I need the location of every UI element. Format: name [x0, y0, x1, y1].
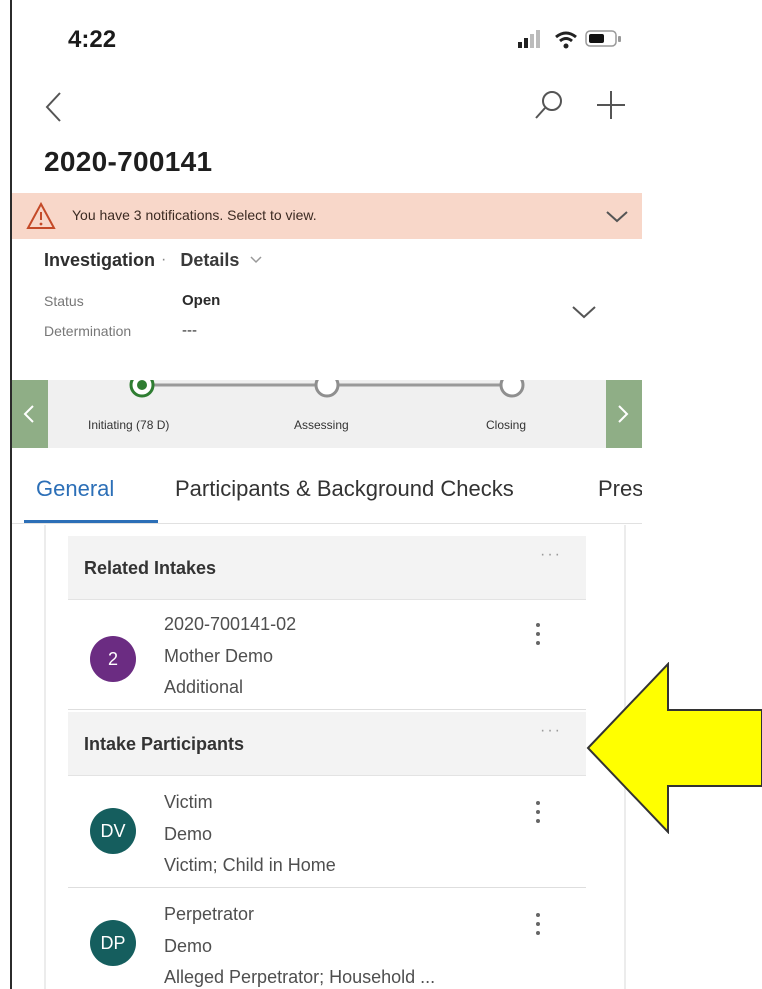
determination-label: Determination [44, 323, 132, 339]
chevron-down-icon[interactable] [604, 205, 630, 227]
stage-assessing[interactable]: Assessing [294, 418, 349, 432]
avatar: DP [90, 920, 136, 966]
intake-type: Additional [164, 677, 244, 697]
tab-strip: General Participants & Background Checks… [12, 462, 642, 524]
cellular-signal-icon [518, 30, 540, 48]
avatar: 2 [90, 636, 136, 682]
stage-closing[interactable]: Closing [486, 418, 526, 432]
form-name-dropdown[interactable]: Details [180, 250, 239, 271]
notification-text: You have 3 notifications. Select to view… [72, 207, 317, 223]
participant-role: Perpetrator [164, 904, 255, 924]
participant-type: Victim; Child in Home [164, 855, 336, 875]
intake-number: 2020-700141-02 [164, 614, 297, 634]
stage-initiating[interactable]: Initiating (78 D) [88, 418, 169, 432]
battery-icon [585, 30, 621, 47]
process-prev-button[interactable] [12, 380, 48, 448]
notification-bar[interactable]: You have 3 notifications. Select to view… [12, 193, 642, 239]
intake-participants-header: Intake Participants ··· [68, 712, 586, 776]
participant-type: Alleged Perpetrator; Household ... [164, 967, 436, 987]
warning-icon [26, 202, 56, 229]
avatar: DV [90, 808, 136, 854]
system-status-icons [518, 30, 621, 49]
more-vertical-icon[interactable] [530, 620, 546, 650]
chevron-right-icon [618, 405, 629, 423]
stage-pending-marker [499, 380, 525, 398]
record-title: 2020-700141 [44, 146, 213, 177]
more-horizontal-icon[interactable]: ··· [540, 722, 572, 742]
chevron-left-icon [23, 405, 34, 423]
intake-participants-title: Intake Participants [84, 734, 245, 754]
related-intakes-title: Related Intakes [84, 558, 217, 578]
plus-icon[interactable] [594, 88, 628, 122]
stage-pending-marker [314, 380, 340, 398]
list-item[interactable]: 2 2020-700141-02 Mother Demo Additional [68, 600, 586, 710]
status-time: 4:22 [68, 26, 117, 53]
process-stage-track [129, 380, 525, 398]
status-value: Open [182, 292, 221, 309]
status-label: Status [44, 293, 84, 309]
tab-general[interactable]: General [36, 476, 114, 502]
more-vertical-icon[interactable] [530, 910, 546, 940]
more-vertical-icon[interactable] [530, 798, 546, 828]
participant-role: Victim [164, 792, 213, 812]
determination-value: --- [182, 322, 197, 339]
back-arrow-icon[interactable] [42, 90, 64, 124]
intake-name: Mother Demo [164, 646, 274, 666]
list-item[interactable]: DV Victim Demo Victim; Child in Home [68, 778, 586, 888]
wifi-icon [555, 31, 577, 49]
participant-name: Demo [164, 936, 213, 956]
callout-arrow-icon [586, 662, 762, 834]
search-icon[interactable] [532, 88, 566, 122]
chevron-down-icon[interactable] [249, 255, 263, 265]
related-intakes-header: Related Intakes ··· [68, 536, 586, 600]
tab-participants-background-checks[interactable]: Participants & Background Checks [175, 476, 514, 502]
active-tab-indicator [24, 520, 158, 523]
business-process-flow: Initiating (78 D) Assessing Closing [12, 380, 642, 448]
status-bar: 4:22 [12, 0, 642, 80]
chevron-down-icon[interactable] [570, 302, 598, 322]
stage-active-dot [137, 380, 147, 390]
tab-pres[interactable]: Pres [598, 476, 642, 502]
participant-name: Demo [164, 824, 213, 844]
list-item[interactable]: DP Perpetrator Demo Alleged Perpetrator;… [68, 890, 586, 989]
entity-separator: · [161, 251, 167, 268]
entity-name: Investigation [44, 249, 156, 270]
form-selector: Investigation · Details [44, 248, 263, 272]
more-horizontal-icon[interactable]: ··· [540, 546, 572, 566]
process-next-button[interactable] [606, 380, 642, 448]
command-bar [12, 82, 642, 132]
